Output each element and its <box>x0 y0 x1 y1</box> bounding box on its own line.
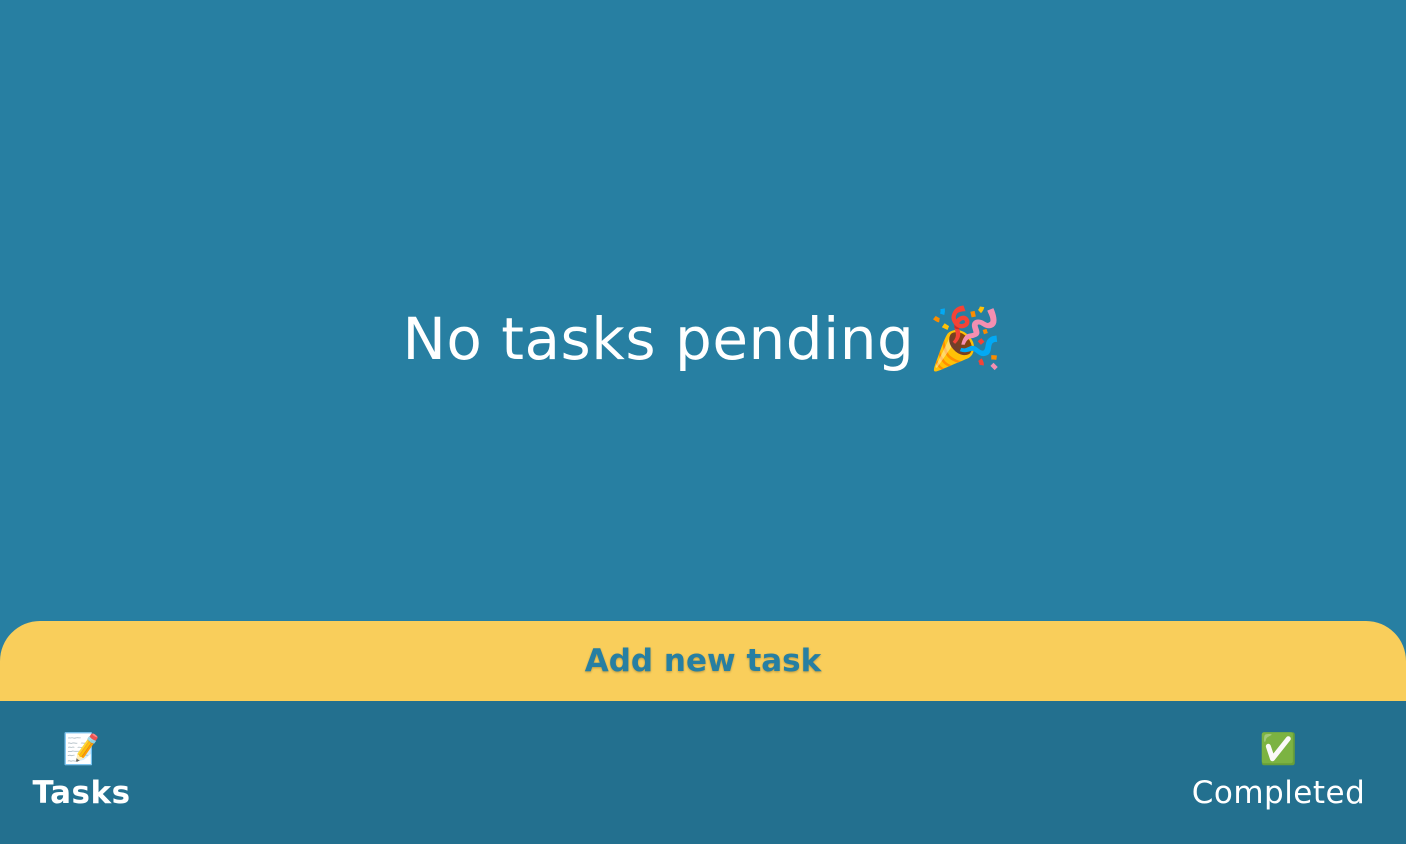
nav-tab-tasks[interactable]: 📝 Tasks <box>0 701 433 844</box>
add-new-task-button[interactable]: Add new task <box>0 621 1406 701</box>
nav-tab-label: Tasks <box>32 775 131 811</box>
main-content: No tasks pending 🎉 <box>0 0 1406 621</box>
memo-icon: 📝 <box>62 732 101 767</box>
party-popper-icon: 🎉 <box>928 303 1004 374</box>
check-mark-icon: ✅ <box>1259 732 1298 767</box>
empty-state-message: No tasks pending <box>402 304 915 373</box>
app-root: No tasks pending 🎉 Add new task 📝 Tasks … <box>0 0 1406 844</box>
bottom-navigation: 📝 Tasks ✅ Completed <box>0 701 1406 844</box>
nav-tab-label: Completed <box>1191 775 1366 811</box>
nav-tab-completed[interactable]: ✅ Completed <box>927 701 1406 844</box>
empty-state: No tasks pending 🎉 <box>402 305 1003 373</box>
